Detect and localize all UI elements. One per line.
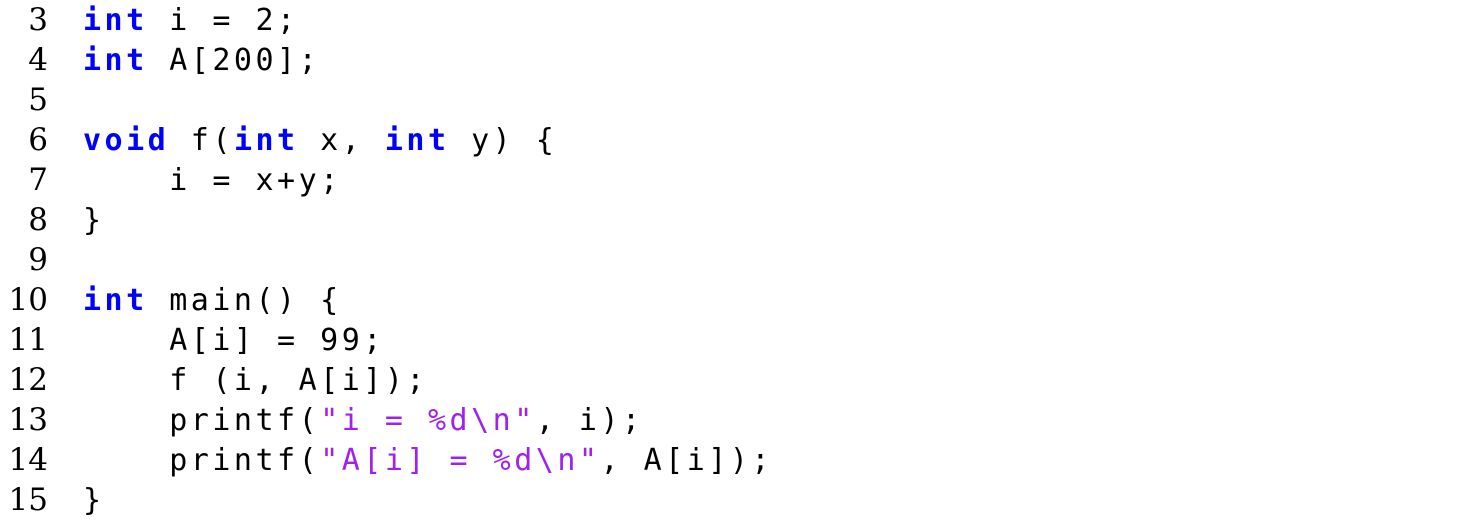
code-text: f (i, A[i]); [48,361,428,401]
code-line: 14 printf("A[i] = %d\n", A[i]); [0,440,1470,480]
code-text: } [48,201,105,241]
code-text: A[i] = 99; [48,321,385,361]
token-plain: i = x+y; [83,163,342,198]
code-line: 10 int main() { [0,280,1470,320]
code-text: void f(int x, int y) { [48,121,557,161]
token-plain: A[i] = 99; [83,323,385,358]
code-text: } [48,481,105,521]
token-plain: A[200]; [147,43,321,78]
token-plain: , i); [535,403,644,438]
line-number: 5 [28,82,48,118]
line-number: 12 [8,362,48,398]
code-text: int A[200]; [48,41,320,81]
line-number: 6 [28,122,48,158]
code-line: 6 void f(int x, int y) { [0,120,1470,160]
token-string: "i = %d\n" [320,403,536,438]
token-plain: y) { [449,123,558,158]
line-number: 7 [28,162,48,198]
code-text: printf("A[i] = %d\n", A[i]); [48,441,773,481]
code-line: 11 A[i] = 99; [0,320,1470,360]
token-plain: i = 2; [147,3,299,38]
token-keyword: int [83,3,148,38]
token-plain: printf( [83,403,321,438]
token-keyword: int [83,283,148,318]
token-plain: f( [169,123,234,158]
token-keyword: void [83,123,170,158]
line-number: 13 [8,402,48,438]
line-number: 9 [28,242,48,278]
code-text: int i = 2; [48,1,299,41]
line-number: 11 [8,322,48,358]
token-plain: f (i, A[i]); [83,363,428,398]
code-line: 3 int i = 2; [0,0,1470,40]
code-text: i = x+y; [48,161,342,201]
code-line: 15} [0,480,1470,520]
line-number: 15 [8,482,48,518]
code-line: 9 [0,240,1470,280]
token-plain: printf( [83,443,321,478]
code-line: 4 int A[200]; [0,40,1470,80]
code-line: 12 f (i, A[i]); [0,360,1470,400]
token-keyword: int [233,123,299,158]
code-line: 13 printf("i = %d\n", i); [0,400,1470,440]
code-line: 8} [0,200,1470,240]
token-plain: x, [298,123,385,158]
code-text: int main() { [48,281,342,321]
token-keyword: int [83,43,148,78]
token-plain: } [83,483,105,518]
token-plain: , A[i]); [600,443,773,478]
code-line: 5 [0,80,1470,120]
code-text: printf("i = %d\n", i); [48,401,644,441]
code-line: 7 i = x+y; [0,160,1470,200]
token-plain: } [83,203,105,238]
line-number: 14 [8,442,48,478]
line-number: 3 [28,2,48,38]
line-number: 10 [8,282,48,318]
line-number: 8 [28,202,48,238]
token-string: "A[i] = %d\n" [320,443,601,478]
line-number: 4 [28,42,48,78]
token-keyword: int [384,123,450,158]
code-listing: 3 int i = 2; 4 int A[200]; 5 6 void f(int x, … [0,0,1470,524]
token-plain: main() { [147,283,342,318]
